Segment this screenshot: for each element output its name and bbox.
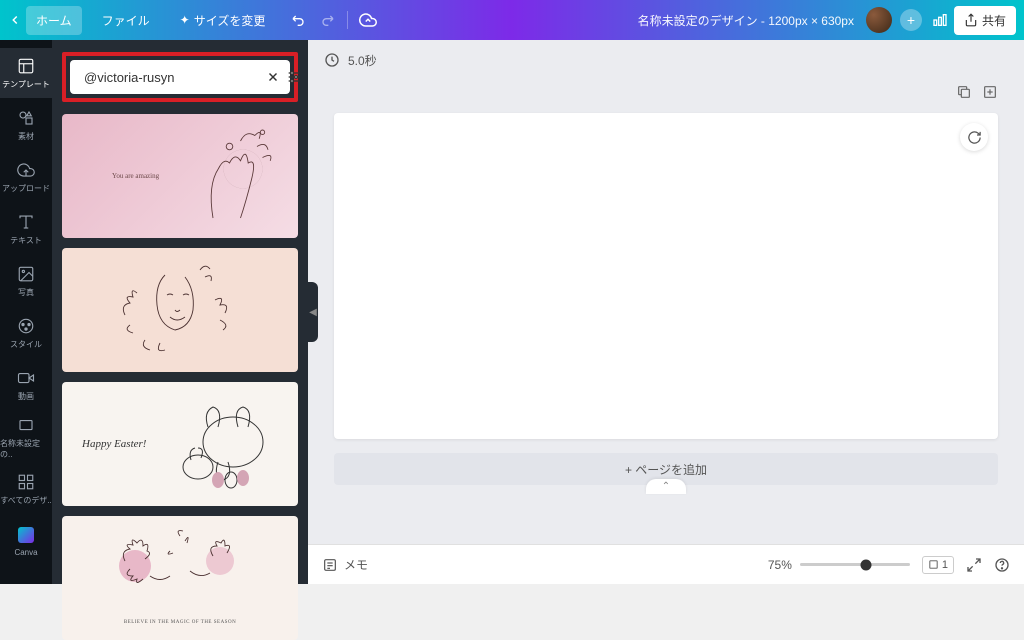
line-art-easter: [163, 392, 283, 492]
search-highlight: [62, 52, 298, 102]
duplicate-page-icon[interactable]: [956, 84, 972, 105]
canvas-toolbar: 5.0秒: [308, 40, 1024, 80]
fullscreen-icon[interactable]: [966, 557, 982, 573]
template-item[interactable]: Happy Easter!: [62, 382, 298, 506]
template-item[interactable]: [62, 248, 298, 372]
videos-icon: [16, 368, 36, 388]
folder-icon: [16, 415, 36, 435]
top-bar: ホーム ファイル ✦サイズを変更 名称未設定のデザイン - 1200px × 6…: [0, 0, 1024, 40]
canva-icon: [16, 525, 36, 545]
clear-search-icon[interactable]: [266, 70, 280, 84]
elements-icon: [16, 108, 36, 128]
zoom-slider[interactable]: [800, 563, 910, 566]
text-icon: [16, 212, 36, 232]
help-icon[interactable]: [994, 557, 1010, 573]
rail-all-designs[interactable]: すべてのデザ..: [0, 464, 52, 514]
design-title[interactable]: 名称未設定のデザイン - 1200px × 630px: [638, 12, 854, 29]
zoom-control: 75%: [768, 558, 910, 572]
canvas-body: + ページを追加 ⌃: [308, 80, 1024, 544]
template-text: Happy Easter!: [82, 438, 146, 450]
file-menu-button[interactable]: ファイル: [92, 6, 160, 35]
rail-text[interactable]: テキスト: [0, 204, 52, 254]
side-rail: テンプレート 素材 アップロード テキスト 写真 スタイル 動画 名称未設定の: [0, 40, 52, 584]
templates-panel: You are amazing Ha: [52, 40, 308, 584]
bottom-bar: メモ 75% 1: [308, 544, 1024, 584]
main-area: テンプレート 素材 アップロード テキスト 写真 スタイル 動画 名称未設定の: [0, 40, 1024, 584]
rail-photos[interactable]: 写真: [0, 256, 52, 306]
template-list: You are amazing Ha: [52, 114, 308, 640]
filter-icon[interactable]: [286, 69, 302, 85]
templates-icon: [16, 56, 36, 76]
cloud-save-icon[interactable]: [354, 6, 382, 34]
styles-icon: [16, 316, 36, 336]
rail-uploads[interactable]: アップロード: [0, 152, 52, 202]
user-avatar[interactable]: [866, 7, 892, 33]
line-art-peonies: [95, 521, 265, 601]
analytics-icon[interactable]: [926, 6, 954, 34]
rail-canva[interactable]: Canva: [0, 516, 52, 566]
refresh-icon[interactable]: [960, 123, 988, 151]
line-art-face-flowers: [105, 255, 255, 365]
template-text: You are amazing: [112, 172, 159, 180]
resize-button[interactable]: ✦サイズを変更: [170, 6, 276, 35]
collapse-panel-handle[interactable]: ◀: [308, 282, 318, 342]
page-count-button[interactable]: 1: [922, 556, 954, 574]
template-item[interactable]: You are amazing: [62, 114, 298, 238]
notes-button[interactable]: メモ: [322, 556, 368, 573]
rail-untitled[interactable]: 名称未設定の..: [0, 412, 52, 462]
duration-label[interactable]: 5.0秒: [348, 52, 377, 69]
share-button[interactable]: 共有: [954, 6, 1016, 35]
back-chevron-icon[interactable]: [8, 13, 22, 27]
canvas-page[interactable]: [334, 113, 998, 439]
rail-templates[interactable]: テンプレート: [0, 48, 52, 98]
home-button[interactable]: ホーム: [26, 6, 82, 35]
notes-icon: [322, 557, 338, 573]
rail-videos[interactable]: 動画: [0, 360, 52, 410]
page-controls: [334, 80, 998, 113]
canvas-area: 5.0秒 + ページを追加 ⌃ メモ 75%: [308, 40, 1024, 584]
line-art-hands: [180, 119, 290, 229]
page-pill[interactable]: ⌃: [334, 479, 998, 494]
add-page-icon[interactable]: [982, 84, 998, 105]
grid-icon: [16, 472, 36, 492]
template-item[interactable]: BELIEVE IN THE MAGIC OF THE SEASON: [62, 516, 298, 640]
search-box: [70, 60, 290, 94]
template-text: BELIEVE IN THE MAGIC OF THE SEASON: [124, 620, 236, 625]
photos-icon: [16, 264, 36, 284]
undo-icon[interactable]: [285, 6, 313, 34]
add-member-button[interactable]: +: [900, 9, 922, 31]
rail-elements[interactable]: 素材: [0, 100, 52, 150]
uploads-icon: [16, 160, 36, 180]
duration-icon: [324, 52, 340, 68]
search-input[interactable]: [84, 70, 260, 85]
zoom-level[interactable]: 75%: [768, 558, 792, 572]
redo-icon[interactable]: [313, 6, 341, 34]
rail-styles[interactable]: スタイル: [0, 308, 52, 358]
